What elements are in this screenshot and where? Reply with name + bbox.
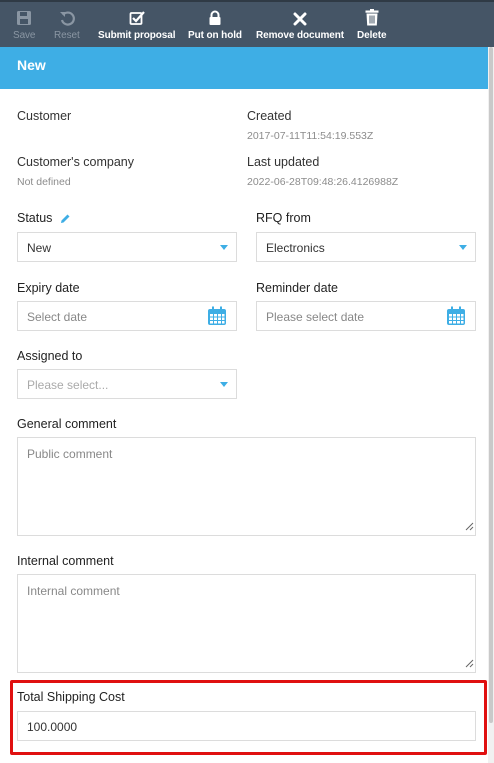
customer-company-value: Not defined	[17, 176, 71, 188]
submit-proposal-button[interactable]: Submit proposal	[98, 2, 176, 47]
save-button[interactable]: Save	[13, 2, 36, 47]
reset-label: Reset	[54, 30, 80, 41]
scrollbar-thumb[interactable]	[489, 47, 493, 723]
caret-down-icon	[459, 245, 467, 250]
floppy-disk-icon	[16, 2, 32, 26]
status-label: Status	[17, 211, 53, 225]
last-updated-label: Last updated	[247, 155, 320, 169]
last-updated-value: 2022-06-28T09:48:26.4126988Z	[247, 176, 399, 188]
customer-company-label: Customer's company	[17, 155, 135, 169]
calendar-icon[interactable]	[207, 306, 227, 329]
lock-icon	[208, 2, 222, 26]
caret-down-icon	[220, 382, 228, 387]
internal-comment-textarea[interactable]: Internal comment	[17, 574, 476, 673]
reset-button[interactable]: Reset	[54, 2, 80, 47]
general-comment-placeholder: Public comment	[27, 447, 113, 461]
total-shipping-cost-input[interactable]: 100.0000	[17, 711, 476, 741]
resize-handle-icon[interactable]	[465, 657, 474, 671]
x-icon	[293, 2, 307, 26]
delete-label: Delete	[357, 30, 387, 41]
rfq-from-label: RFQ from	[256, 211, 311, 225]
assigned-to-label: Assigned to	[17, 349, 83, 363]
customer-label: Customer	[17, 109, 72, 123]
internal-comment-label: Internal comment	[17, 554, 114, 568]
general-comment-textarea[interactable]: Public comment	[17, 437, 476, 536]
rfq-from-select-value: Electronics	[266, 241, 325, 255]
caret-down-icon	[220, 245, 228, 250]
status-select[interactable]: New	[17, 232, 237, 262]
put-on-hold-label: Put on hold	[188, 30, 242, 41]
reminder-date-placeholder: Please select date	[266, 310, 365, 324]
created-value: 2017-07-11T11:54:19.553Z	[247, 130, 374, 142]
checkbox-icon	[129, 2, 145, 26]
pencil-icon[interactable]	[60, 211, 71, 229]
reminder-date-label: Reminder date	[256, 281, 338, 295]
total-shipping-cost-value: 100.0000	[27, 720, 78, 734]
put-on-hold-button[interactable]: Put on hold	[188, 2, 242, 47]
toolbar: Save Reset Submit proposal Put on hold R…	[0, 0, 494, 47]
expiry-date-placeholder: Select date	[27, 310, 88, 324]
remove-document-label: Remove document	[256, 30, 344, 41]
submit-proposal-label: Submit proposal	[98, 30, 176, 41]
status-header: New	[0, 47, 488, 89]
remove-document-button[interactable]: Remove document	[256, 2, 344, 47]
resize-handle-icon[interactable]	[465, 520, 474, 534]
save-label: Save	[13, 30, 36, 41]
trash-icon	[365, 2, 379, 26]
created-label: Created	[247, 109, 292, 123]
status-select-value: New	[27, 241, 52, 255]
general-comment-label: General comment	[17, 417, 117, 431]
delete-button[interactable]: Delete	[357, 2, 387, 47]
internal-comment-placeholder: Internal comment	[27, 584, 120, 598]
expiry-date-input[interactable]: Select date	[17, 301, 237, 331]
expiry-date-label: Expiry date	[17, 281, 80, 295]
rfq-from-select[interactable]: Electronics	[256, 232, 476, 262]
assigned-to-placeholder: Please select...	[27, 378, 109, 392]
reminder-date-input[interactable]: Please select date	[256, 301, 476, 331]
scrollbar[interactable]	[488, 47, 494, 763]
page-title: New	[17, 57, 46, 73]
undo-icon	[59, 2, 75, 26]
total-shipping-cost-label: Total Shipping Cost	[17, 690, 125, 704]
calendar-icon[interactable]	[446, 306, 466, 329]
assigned-to-select[interactable]: Please select...	[17, 369, 237, 399]
